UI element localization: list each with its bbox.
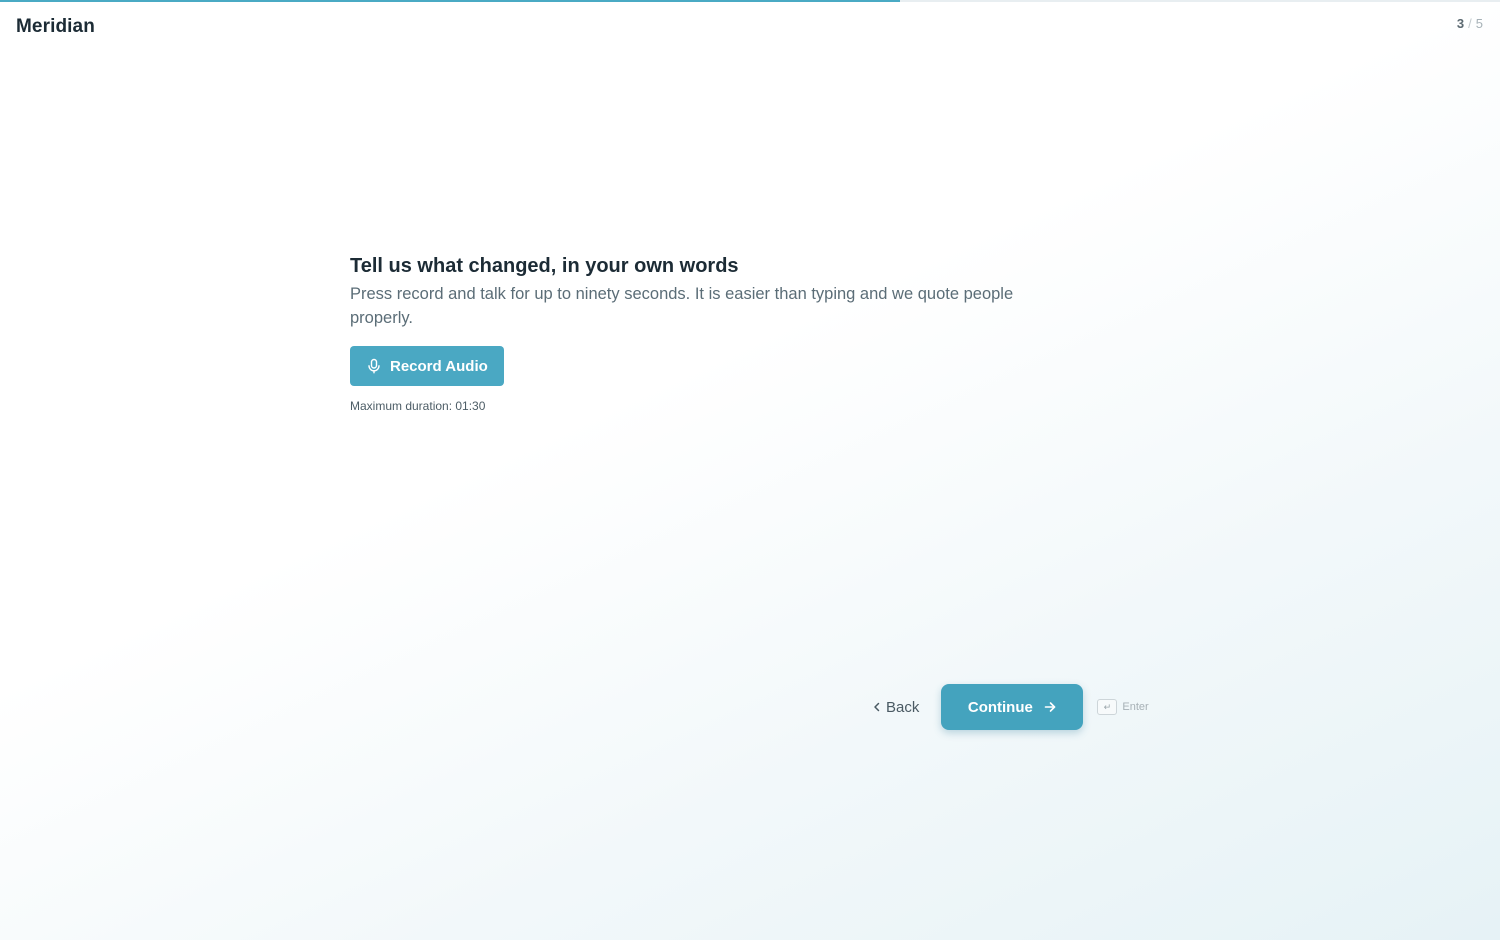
brand-logo: Meridian xyxy=(16,16,95,37)
max-duration-hint: Maximum duration: 01:30 xyxy=(350,399,486,413)
back-label: Back xyxy=(886,698,920,716)
navigation-bar: Back Continue ↵ Enter xyxy=(872,684,1149,730)
question-description: Press record and talk for up to ninety s… xyxy=(350,285,1014,327)
enter-key-icon: ↵ xyxy=(1097,699,1118,715)
arrow-right-icon xyxy=(1043,700,1057,714)
step-separator: / xyxy=(1468,16,1472,31)
record-audio-button[interactable]: Record Audio xyxy=(350,346,504,386)
continue-label: Continue xyxy=(967,698,1033,716)
chevron-left-icon xyxy=(872,701,882,713)
step-total: 5 xyxy=(1475,16,1483,31)
progress-bar xyxy=(0,0,1500,2)
progress-bar-fill xyxy=(0,0,900,2)
question-block: Tell us what changed, in your own words … xyxy=(350,253,1070,413)
record-audio-label: Record Audio xyxy=(390,357,488,375)
question-title: Tell us what changed, in your own words xyxy=(350,255,739,277)
enter-key-hint: ↵ Enter xyxy=(1097,699,1149,715)
step-counter: 3/5 xyxy=(1457,16,1483,31)
continue-button[interactable]: Continue xyxy=(941,684,1084,730)
back-button[interactable]: Back xyxy=(872,699,919,716)
microphone-icon xyxy=(366,358,382,374)
enter-key-label: Enter xyxy=(1122,701,1149,713)
step-current: 3 xyxy=(1456,16,1465,31)
